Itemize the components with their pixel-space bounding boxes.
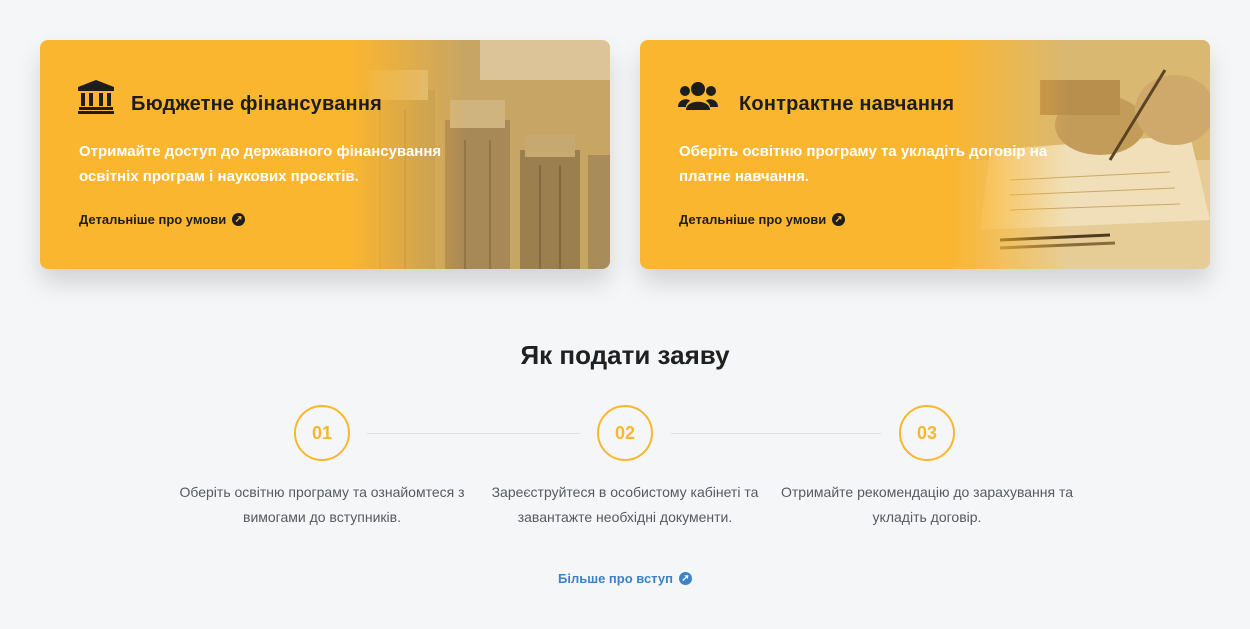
step-number-badge: 02 [597,405,653,461]
section-title: Як подати заяву [520,340,730,370]
card-link-label: Детальніше про умови [679,212,827,227]
card-details-link[interactable]: Детальніше про умови ➚ [79,212,246,227]
funding-card[interactable]: Бюджетне фінансування Отримайте доступ д… [40,40,610,269]
users-icon [678,80,718,114]
arrow-circle-icon: ➚ [232,213,246,226]
card-link-label: Детальніше про умови [79,212,227,227]
card-title: Бюджетне фінансування [131,93,382,115]
arrow-circle-icon: ➚ [678,572,692,585]
step-connector [367,433,580,434]
step-description: Оберіть освітню програму та ознайомтеся … [179,484,465,525]
contract-card[interactable]: Контрактне навчання Оберіть освітню прог… [640,40,1210,269]
step-description: Отримайте рекомендацію до зарахування та… [781,484,1073,525]
step-description: Зареєструйтеся в особистому кабінеті та … [491,484,759,525]
arrow-circle-icon: ➚ [832,213,846,226]
footer-link-label: Більше про вступ [558,571,673,586]
card-description: Оберіть освітню програму та укладіть дог… [679,143,1048,185]
step-connector [671,433,881,434]
step-number-badge: 03 [899,405,955,461]
bank-icon [78,80,114,114]
card-details-link[interactable]: Детальніше про умови ➚ [679,212,846,227]
more-about-admission-link[interactable]: Більше про вступ ➚ [0,571,1250,586]
card-description: Отримайте доступ до державного фінансува… [79,143,442,185]
step-number-badge: 01 [294,405,350,461]
card-title: Контрактне навчання [739,93,955,115]
